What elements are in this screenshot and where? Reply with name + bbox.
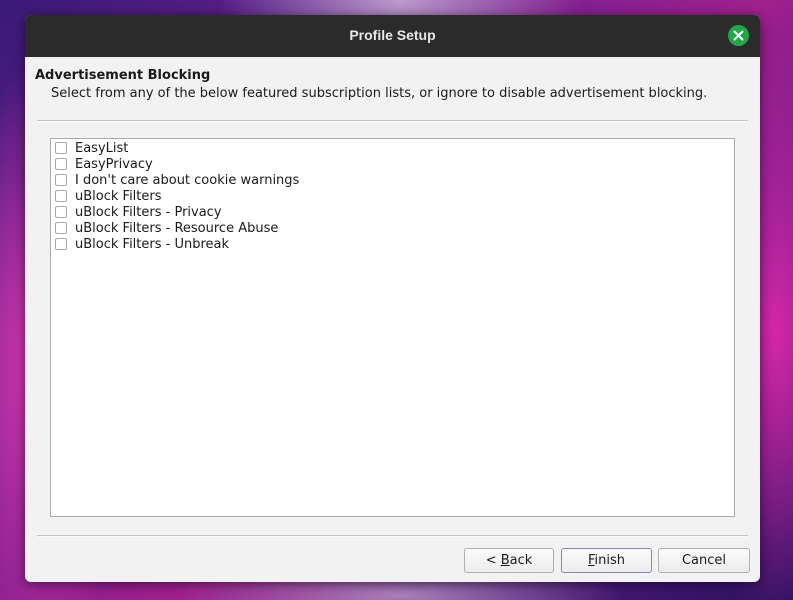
- back-button-prefix: <: [485, 553, 501, 568]
- subscription-label: I don't care about cookie warnings: [75, 172, 300, 188]
- subscription-item-cookie-warnings[interactable]: I don't care about cookie warnings: [55, 172, 299, 188]
- page-description: Select from any of the below featured su…: [51, 86, 708, 101]
- finish-button-rest: inish: [594, 553, 626, 568]
- subscription-label: uBlock Filters: [75, 188, 162, 204]
- subscription-label: uBlock Filters - Privacy: [75, 204, 222, 220]
- back-button-rest: ack: [509, 553, 533, 568]
- subscription-label: EasyPrivacy: [75, 156, 153, 172]
- profile-setup-window: Profile Setup Advertisement Blocking Sel…: [25, 15, 760, 582]
- subscription-label: uBlock Filters - Unbreak: [75, 236, 230, 252]
- checkbox[interactable]: [55, 142, 67, 154]
- footer-separator: [37, 535, 748, 537]
- subscription-label: EasyList: [75, 140, 129, 156]
- checkbox[interactable]: [55, 174, 67, 186]
- finish-button[interactable]: Finish: [561, 548, 652, 573]
- checkbox[interactable]: [55, 222, 67, 234]
- subscription-item-easyprivacy[interactable]: EasyPrivacy: [55, 156, 153, 172]
- subscription-item-ublock-privacy[interactable]: uBlock Filters - Privacy: [55, 204, 222, 220]
- close-icon: [733, 30, 744, 41]
- back-button[interactable]: < Back: [464, 548, 554, 573]
- checkbox[interactable]: [55, 206, 67, 218]
- checkbox[interactable]: [55, 190, 67, 202]
- title-bar[interactable]: Profile Setup: [25, 15, 760, 57]
- close-button[interactable]: [728, 25, 749, 46]
- subscription-list[interactable]: EasyList EasyPrivacy I don't care about …: [50, 138, 735, 517]
- subscription-item-ublock-filters[interactable]: uBlock Filters: [55, 188, 162, 204]
- checkbox[interactable]: [55, 238, 67, 250]
- header-separator: [37, 120, 748, 122]
- subscription-item-ublock-resource-abuse[interactable]: uBlock Filters - Resource Abuse: [55, 220, 278, 236]
- cancel-button[interactable]: Cancel: [658, 548, 750, 573]
- checkbox[interactable]: [55, 158, 67, 170]
- page-heading: Advertisement Blocking: [35, 68, 211, 83]
- subscription-item-ublock-unbreak[interactable]: uBlock Filters - Unbreak: [55, 236, 229, 252]
- back-button-mnemonic: B: [500, 553, 510, 568]
- subscription-label: uBlock Filters - Resource Abuse: [75, 220, 279, 236]
- window-title: Profile Setup: [349, 27, 436, 43]
- subscription-item-easylist[interactable]: EasyList: [55, 140, 128, 156]
